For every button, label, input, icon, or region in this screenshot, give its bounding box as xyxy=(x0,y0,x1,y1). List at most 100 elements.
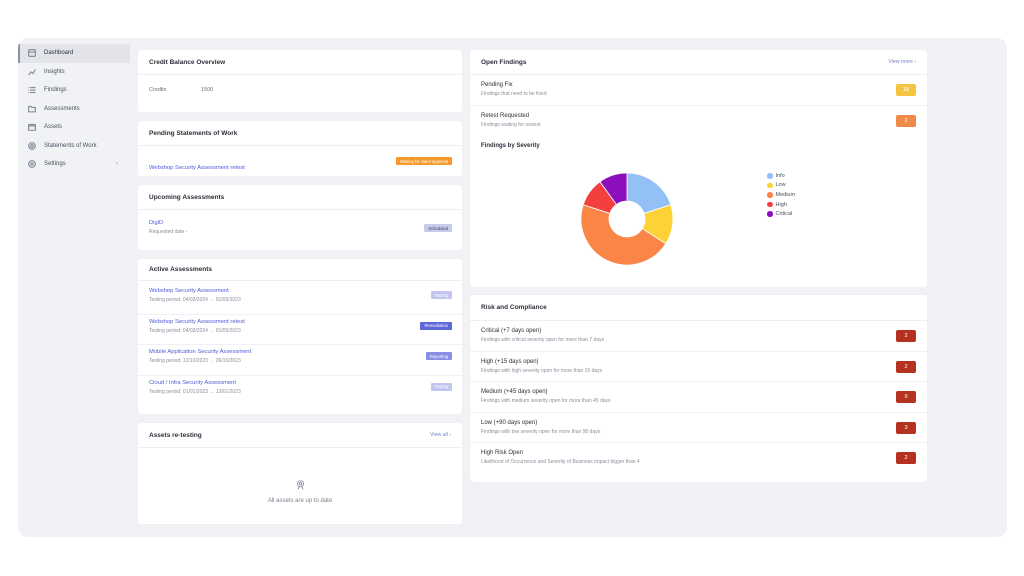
target-icon xyxy=(296,477,305,495)
count-badge: 9 xyxy=(896,391,916,404)
box-icon xyxy=(28,123,36,132)
legend-label: Medium xyxy=(775,191,796,198)
risk-title: High Risk Open xyxy=(481,450,524,457)
requested-date: Requested date - xyxy=(149,229,188,235)
finding-description: Findings that need to be fixed xyxy=(481,91,547,97)
assets-retesting-card: Assets re-testing View all › All assets … xyxy=(138,423,462,524)
risk-compliance-card: Risk and Compliance Critical (+7 days op… xyxy=(470,295,927,482)
list-item: DigiD Requested date - Scheduled xyxy=(138,210,462,250)
credit-balance-card: Credit Balance Overview Credits 1500 xyxy=(138,50,462,112)
legend-label: Low xyxy=(775,182,786,189)
status-badge: Waiting for client approval xyxy=(395,157,452,165)
sidebar-item-label: Insights xyxy=(44,68,65,75)
card-title: Open Findings xyxy=(481,58,527,66)
count-badge: 2 xyxy=(896,115,916,127)
legend-label: Critical xyxy=(775,211,793,218)
sidebar-item-label: Statements of Work xyxy=(44,142,97,149)
card-title: Active Assessments xyxy=(138,259,462,281)
card-title: Risk and Compliance xyxy=(470,295,927,321)
count-badge: 2 xyxy=(896,452,916,465)
chart-legend: Info Low Medium High Critical xyxy=(767,171,795,219)
credits-value: 1500 xyxy=(201,87,214,93)
status-badge: Remediation xyxy=(420,321,452,330)
finding-description: Findings waiting for restest xyxy=(481,122,541,128)
sidebar-item-dashboard[interactable]: Dashboard xyxy=(18,44,130,63)
count-badge: 3 xyxy=(896,421,916,434)
risk-title: Critical (+7 days open) xyxy=(481,328,542,334)
testing-period: Testing period: 04/03/2024 → 01/05/2023 xyxy=(149,327,241,334)
legend-item-high[interactable]: High xyxy=(767,200,795,210)
risk-row[interactable]: Critical (+7 days open) Findings with cri… xyxy=(470,321,927,352)
chevron-right-icon: › xyxy=(116,161,118,168)
list-item: Webshop Security Assessment retest Waiti… xyxy=(138,146,462,176)
risk-title: Medium (+45 days open) xyxy=(481,389,548,396)
legend-swatch xyxy=(767,173,773,179)
testing-period: Testing period: 12/10/2023 → 26/10/2023 xyxy=(149,358,241,364)
assessment-link[interactable]: Webshop Security Assessment xyxy=(149,288,451,294)
sidebar-item-statements-of-work[interactable]: Statements of Work xyxy=(18,137,130,156)
folder-icon xyxy=(28,105,36,113)
card-title: Credit Balance Overview xyxy=(138,50,462,75)
assessment-link[interactable]: Cloud / Infra Security Assessment xyxy=(149,380,451,386)
sidebar-item-insights[interactable]: Insights xyxy=(18,63,130,82)
pending-sow-card: Pending Statements of Work Webshop Secur… xyxy=(138,121,462,176)
status-badge: Scheduled xyxy=(424,224,452,232)
document-icon xyxy=(28,141,36,150)
card-title: Pending Statements of Work xyxy=(138,121,462,146)
risk-row[interactable]: High Risk Open Likelihood of Occurrence a… xyxy=(470,443,927,474)
risk-title: Low (+90 days open) xyxy=(481,419,538,426)
legend-swatch xyxy=(767,201,773,208)
sidebar-item-settings[interactable]: Settings › xyxy=(18,155,130,174)
legend-item-info[interactable]: Info xyxy=(767,171,795,181)
card-title: Upcoming Assessments xyxy=(138,185,462,210)
risk-row[interactable]: High (+15 days open) Findings with high s… xyxy=(470,352,927,383)
legend-swatch xyxy=(767,211,773,217)
sidebar-item-label: Findings xyxy=(44,87,67,94)
assessment-row: Cloud / Infra Security Assessment Testing… xyxy=(138,376,462,407)
count-badge: 2 xyxy=(896,360,916,373)
status-badge: Testing xyxy=(430,382,452,391)
legend-swatch xyxy=(767,192,773,198)
finding-row[interactable]: Retest Requested Findings waiting for res… xyxy=(470,106,927,137)
legend-label: High xyxy=(775,201,787,208)
risk-description: Findings with high severity open for mor… xyxy=(481,367,603,374)
risk-row[interactable]: Medium (+45 days open) Findings with medi… xyxy=(470,382,927,413)
sidebar-item-findings[interactable]: Findings xyxy=(18,81,130,100)
legend-item-low[interactable]: Low xyxy=(767,181,795,191)
open-findings-card: Open Findings View more › Pending Fix Fin… xyxy=(470,50,927,287)
credits-label: Credits xyxy=(149,87,167,93)
assessment-row: Mobile Application Security Assessment Te… xyxy=(138,345,462,376)
card-title: Assets re-testing xyxy=(149,431,202,439)
risk-row[interactable]: Low (+90 days open) Findings with low sev… xyxy=(470,413,927,444)
sidebar-item-assessments[interactable]: Assessments xyxy=(18,100,130,119)
assessment-row: Webshop Security Assessment Testing perio… xyxy=(138,284,462,315)
empty-state-text: All assets are up to date xyxy=(267,498,333,504)
legend-item-critical[interactable]: Critical xyxy=(767,209,795,219)
sidebar-item-label: Assets xyxy=(44,124,63,131)
app-frame: Dashboard Insights Findings Assessments … xyxy=(18,38,1007,537)
upcoming-assessments-card: Upcoming Assessments DigiD Requested dat… xyxy=(138,185,462,250)
severity-pie-chart xyxy=(580,172,674,266)
legend-swatch xyxy=(767,182,773,189)
sidebar-item-label: Dashboard xyxy=(44,50,74,57)
list-icon xyxy=(28,86,36,94)
legend-label: Info xyxy=(775,172,785,179)
sidebar: Dashboard Insights Findings Assessments … xyxy=(18,44,130,174)
assessment-link[interactable]: Webshop Security Assessment retest xyxy=(149,319,451,325)
view-more-link[interactable]: View more › xyxy=(888,59,916,65)
assessment-link[interactable]: DigiD xyxy=(149,220,451,226)
sidebar-item-label: Assessments xyxy=(44,105,80,112)
finding-title: Pending Fix xyxy=(481,82,513,88)
assessment-link[interactable]: Mobile Application Security Assessment xyxy=(149,349,451,355)
count-badge: 18 xyxy=(896,84,916,96)
chart-line-icon xyxy=(28,68,36,76)
sidebar-item-label: Settings xyxy=(44,161,66,168)
sidebar-item-assets[interactable]: Assets xyxy=(18,118,130,137)
view-all-link[interactable]: View all › xyxy=(430,432,451,438)
risk-title: High (+15 days open) xyxy=(481,358,539,365)
risk-description: Findings with low severity open for more… xyxy=(481,428,601,435)
card-header: Open Findings View more › xyxy=(470,50,927,75)
legend-item-medium[interactable]: Medium xyxy=(767,190,795,200)
sow-link[interactable]: Webshop Security Assessment retest xyxy=(149,165,245,171)
finding-row[interactable]: Pending Fix Findings that need to be fixe… xyxy=(470,75,927,106)
